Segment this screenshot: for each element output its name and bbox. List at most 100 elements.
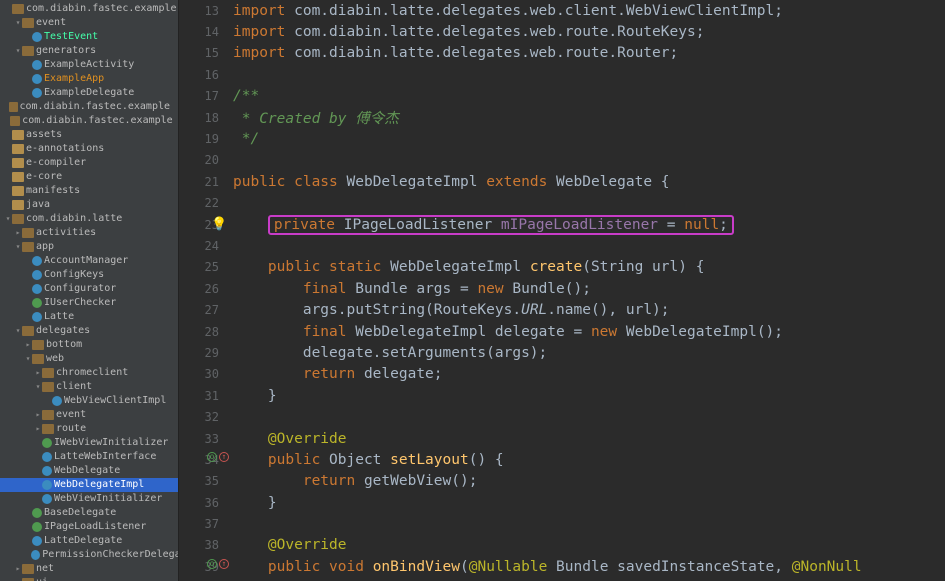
expand-icon[interactable]: ▸ [14,562,22,576]
expand-icon[interactable]: ▾ [14,44,22,58]
tree-item[interactable]: com.diabin.fastec.example (androidTest) [0,100,178,114]
code-line[interactable]: 14import com.diabin.latte.delegates.web.… [179,21,945,42]
expand-icon[interactable]: ▸ [34,366,42,380]
code-editor[interactable]: 13import com.diabin.latte.delegates.web.… [179,0,945,581]
code-line[interactable]: 23💡 private IPageLoadListener mIPageLoad… [179,214,945,235]
tree-item[interactable]: ▾generators [0,44,178,58]
line-content[interactable]: final WebDelegateImpl delegate = new Web… [233,324,945,340]
expand-icon[interactable]: ▸ [14,576,22,581]
expand-icon[interactable]: ▸ [24,338,32,352]
line-content[interactable]: public static WebDelegateImpl create(Str… [233,259,945,275]
tree-item[interactable]: assets [0,128,178,142]
code-line[interactable]: 37 [179,513,945,534]
expand-icon[interactable]: ▾ [14,16,22,30]
tree-item[interactable]: Latte [0,310,178,324]
tree-item[interactable]: AccountManager [0,254,178,268]
expand-icon[interactable]: ▾ [24,352,32,366]
tree-item[interactable]: ▸activities [0,226,178,240]
code-line[interactable]: 38 @Override [179,535,945,556]
code-line[interactable]: 24 [179,235,945,256]
tree-item[interactable]: e-compiler [0,156,178,170]
expand-icon[interactable]: ▾ [14,240,22,254]
tree-item[interactable]: ▾client [0,380,178,394]
code-line[interactable]: 36 } [179,492,945,513]
line-content[interactable]: import com.diabin.latte.delegates.web.cl… [233,3,945,19]
line-content[interactable]: @Override [233,431,945,447]
tree-item[interactable]: IUserChecker [0,296,178,310]
expand-icon[interactable]: ▾ [34,380,42,394]
tree-item[interactable]: ▸ui [0,576,178,581]
line-content[interactable]: } [233,388,945,404]
code-line[interactable]: 19 */ [179,128,945,149]
code-line[interactable]: 35 return getWebView(); [179,471,945,492]
line-content[interactable]: return delegate; [233,366,945,382]
tree-item[interactable]: manifests [0,184,178,198]
tree-item[interactable]: IPageLoadListener [0,520,178,534]
code-line[interactable]: 17/** [179,86,945,107]
code-line[interactable]: 39o↑ public void onBindView(@Nullable Bu… [179,556,945,577]
code-line[interactable]: 34o↑ public Object setLayout() { [179,449,945,470]
tree-item[interactable]: e-core [0,170,178,184]
expand-icon[interactable]: ▸ [34,408,42,422]
tree-item[interactable]: e-annotations [0,142,178,156]
tree-item[interactable]: Configurator [0,282,178,296]
code-line[interactable]: 13import com.diabin.latte.delegates.web.… [179,0,945,21]
line-content[interactable]: /** [233,88,945,104]
tree-item[interactable]: ▾delegates [0,324,178,338]
expand-icon[interactable]: ▾ [14,324,22,338]
tree-item[interactable]: IWebViewInitializer [0,436,178,450]
line-content[interactable]: */ [233,131,945,147]
tree-item[interactable]: ▾app [0,240,178,254]
code-line[interactable]: 20 [179,150,945,171]
tree-item[interactable]: WebViewInitializer [0,492,178,506]
tree-item[interactable]: java [0,198,178,212]
line-content[interactable]: final Bundle args = new Bundle(); [233,281,945,297]
tree-item[interactable]: ▸chromeclient [0,366,178,380]
intention-bulb-icon[interactable]: 💡 [211,217,227,232]
tree-item[interactable]: ▸bottom [0,338,178,352]
tree-item[interactable]: WebViewClientImpl [0,394,178,408]
code-line[interactable]: 33 @Override [179,428,945,449]
code-line[interactable]: 28 final WebDelegateImpl delegate = new … [179,321,945,342]
project-tree[interactable]: com.diabin.fastec.example▾eventTestEvent… [0,0,179,581]
tree-item[interactable]: ExampleApp [0,72,178,86]
line-content[interactable]: @Override [233,537,945,553]
line-content[interactable]: public class WebDelegateImpl extends Web… [233,174,945,190]
line-content[interactable]: } [233,495,945,511]
code-line[interactable]: 25 public static WebDelegateImpl create(… [179,257,945,278]
tree-item[interactable]: TestEvent [0,30,178,44]
line-content[interactable]: o↑ public void onBindView(@Nullable Bund… [233,559,945,575]
tree-item[interactable]: ▸route [0,422,178,436]
code-line[interactable]: 26 final Bundle args = new Bundle(); [179,278,945,299]
code-line[interactable]: 16 [179,64,945,85]
code-line[interactable]: 29 delegate.setArguments(args); [179,342,945,363]
tree-item[interactable]: ▸event [0,408,178,422]
expand-icon[interactable]: ▸ [34,422,42,436]
tree-item[interactable]: PermissionCheckerDelegate [0,548,178,562]
code-line[interactable]: 15import com.diabin.latte.delegates.web.… [179,43,945,64]
gutter-override-icon[interactable]: o↑ [207,452,229,462]
code-line[interactable]: 18 * Created by 傅令杰 [179,107,945,128]
tree-item[interactable]: WebDelegateImpl [0,478,178,492]
line-content[interactable]: import com.diabin.latte.delegates.web.ro… [233,24,945,40]
code-line[interactable]: 21public class WebDelegateImpl extends W… [179,171,945,192]
code-line[interactable]: 22 [179,193,945,214]
code-line[interactable]: 31 } [179,385,945,406]
tree-item[interactable]: com.diabin.fastec.example [0,2,178,16]
code-line[interactable]: 32 [179,406,945,427]
tree-item[interactable]: ExampleDelegate [0,86,178,100]
line-content[interactable]: return getWebView(); [233,473,945,489]
line-content[interactable]: 💡 private IPageLoadListener mIPageLoadLi… [233,217,945,233]
tree-item[interactable]: ▾web [0,352,178,366]
tree-item[interactable]: ▸net [0,562,178,576]
tree-item[interactable]: com.diabin.fastec.example (test) [0,114,178,128]
line-content[interactable]: delegate.setArguments(args); [233,345,945,361]
line-content[interactable]: import com.diabin.latte.delegates.web.ro… [233,45,945,61]
line-content[interactable]: args.putString(RouteKeys.URL.name(), url… [233,302,945,318]
expand-icon[interactable]: ▾ [4,212,12,226]
tree-item[interactable]: ▾com.diabin.latte [0,212,178,226]
tree-item[interactable]: LatteDelegate [0,534,178,548]
tree-item[interactable]: ConfigKeys [0,268,178,282]
tree-item[interactable]: ExampleActivity [0,58,178,72]
tree-item[interactable]: WebDelegate [0,464,178,478]
